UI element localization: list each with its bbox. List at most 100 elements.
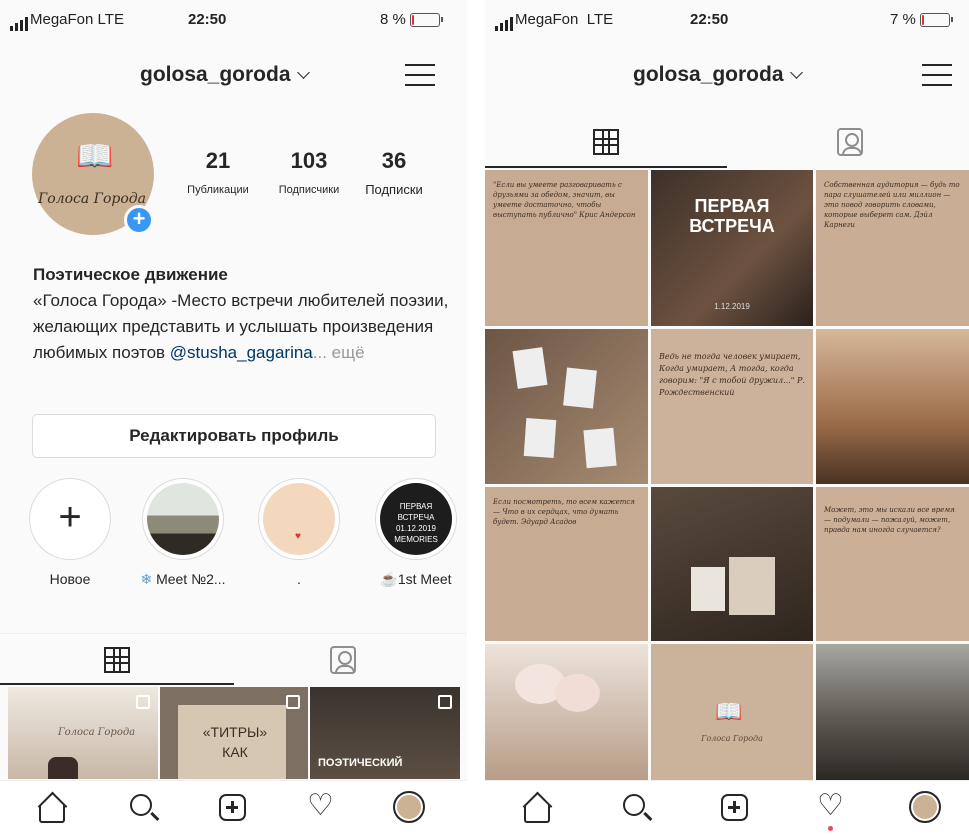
battery-icon xyxy=(409,12,443,27)
post-tile[interactable]: 📖 Голоса Города xyxy=(651,644,813,780)
post-tile[interactable]: ПОЭТИЧЕСКИЙ xyxy=(310,687,460,779)
status-bar: MegaFon LTE 22:50 7 % xyxy=(485,0,969,46)
highlight-label: . xyxy=(297,571,301,587)
tile-caption: Ведь не тогда человек умирает, Когда уми… xyxy=(659,352,805,397)
status-bar: MegaFon LTE 22:50 8 % xyxy=(0,0,467,46)
nav-add[interactable] xyxy=(717,791,751,825)
nav-activity[interactable]: ♡ xyxy=(305,791,339,825)
book-icon: 📖 xyxy=(76,140,114,173)
highlight-label: ☕1st Meet xyxy=(380,571,452,587)
tagged-icon xyxy=(837,128,863,156)
highlight-cover: ПЕРВАЯ ВСТРЕЧА 01.12.2019 MEMORIES xyxy=(375,478,457,560)
status-time: 22:50 xyxy=(188,11,227,28)
notification-dot xyxy=(828,826,833,831)
chevron-down-icon xyxy=(789,66,803,79)
nav-add[interactable] xyxy=(215,791,249,825)
grid-icon xyxy=(593,129,619,155)
avatar xyxy=(393,791,425,823)
stat-followers[interactable]: 103 Подписчики xyxy=(268,148,350,196)
post-tile[interactable]: «ТИТРЫ» КАК xyxy=(160,687,308,779)
grid-icon xyxy=(104,647,130,673)
highlight-1st-meet[interactable]: ПЕРВАЯ ВСТРЕЧА 01.12.2019 MEMORIES ☕1st … xyxy=(370,478,462,588)
tile-logo-text: Голоса Города xyxy=(701,734,763,743)
highlight-meet2[interactable]: ❄ Meet №2... xyxy=(140,478,226,588)
nav-home[interactable] xyxy=(520,791,554,825)
post-tile[interactable]: Собственная аудитория — будь то пара слу… xyxy=(816,170,969,326)
post-tile[interactable] xyxy=(651,487,813,641)
tile-text: ПОЭТИЧЕСКИЙ xyxy=(318,757,403,769)
post-tile[interactable]: Голоса Города xyxy=(8,687,158,779)
book-icon: 📖 xyxy=(715,699,743,724)
tile-caption: Может, это мы искали все время — подумал… xyxy=(824,506,955,534)
profile-bio: Поэтическое движение «Голоса Города» -Ме… xyxy=(33,262,453,366)
tab-grid[interactable] xyxy=(485,116,727,168)
bottom-nav: ♡ xyxy=(0,780,467,836)
post-tile[interactable] xyxy=(816,644,969,780)
tile-caption: "Если вы умеете разговаривать с друзьями… xyxy=(493,181,636,219)
signal-icon xyxy=(495,17,513,31)
post-tile[interactable] xyxy=(816,329,969,484)
highlight-new[interactable]: + Новое xyxy=(27,478,113,587)
tab-tagged[interactable] xyxy=(234,634,468,685)
post-tile[interactable] xyxy=(485,644,648,780)
book-shape xyxy=(691,567,725,611)
highlight-label: ❄ Meet №2... xyxy=(140,571,226,587)
multiple-posts-icon xyxy=(438,695,452,709)
multiple-posts-icon xyxy=(286,695,300,709)
battery-indicator: 7 % xyxy=(890,11,953,28)
post-tile[interactable]: "Если вы умеете разговаривать с друзьями… xyxy=(485,170,648,326)
add-post-icon xyxy=(219,794,246,821)
menu-icon[interactable] xyxy=(922,64,952,86)
battery-indicator: 8 % xyxy=(380,11,443,28)
edit-profile-button[interactable]: Редактировать профиль xyxy=(32,414,436,458)
username-switcher[interactable]: golosa_goroda xyxy=(633,63,803,87)
post-tile[interactable]: ПЕРВАЯ ВСТРЕЧА 1.12.2019 xyxy=(651,170,813,326)
avatar xyxy=(909,791,941,823)
tile-title: ПЕРВАЯ ВСТРЕЧА xyxy=(689,196,775,236)
tab-grid[interactable] xyxy=(0,634,234,685)
polaroid-shape xyxy=(563,367,597,409)
menu-icon[interactable] xyxy=(405,64,435,86)
carrier-label: MegaFon LTE xyxy=(30,11,124,28)
nav-home[interactable] xyxy=(35,791,69,825)
battery-icon xyxy=(919,12,953,27)
highlight-new-ring: + xyxy=(29,478,111,560)
profile-tabs xyxy=(485,116,969,168)
carrier-label: MegaFon LTE xyxy=(515,11,614,28)
highlight-label: Новое xyxy=(49,571,91,587)
top-bar: golosa_goroda xyxy=(0,46,467,102)
coffee-icon: ☕ xyxy=(380,571,398,587)
highlight-cover xyxy=(142,478,224,560)
post-tile[interactable]: Ведь не тогда человек умирает, Когда уми… xyxy=(651,329,813,484)
nav-profile[interactable] xyxy=(909,791,943,825)
tab-tagged[interactable] xyxy=(727,116,969,168)
nav-profile[interactable] xyxy=(393,791,427,825)
bottom-nav: ♡ xyxy=(485,780,969,836)
post-tile[interactable]: Может, это мы искали все время — подумал… xyxy=(816,487,969,641)
bio-more-link[interactable]: ... ещё xyxy=(313,343,365,362)
stat-posts[interactable]: 21 Публикации xyxy=(178,148,258,196)
nav-activity[interactable]: ♡ xyxy=(815,788,849,831)
nav-search[interactable] xyxy=(125,791,159,825)
stat-following[interactable]: 36 Подписки xyxy=(352,148,436,197)
profile-tabs xyxy=(0,633,467,685)
bio-mention-link[interactable]: @stusha_gagarina xyxy=(170,343,313,362)
add-story-badge[interactable]: + xyxy=(124,205,154,235)
multiple-posts-icon xyxy=(136,695,150,709)
bio-text: «Голоса Города» -Место встречи любителей… xyxy=(33,291,449,362)
heart-icon: ♡ xyxy=(307,788,334,823)
username-switcher[interactable]: golosa_goroda xyxy=(140,63,310,87)
highlight-overlay-text: ПЕРВАЯ ВСТРЕЧА 01.12.2019 MEMORIES xyxy=(394,502,438,544)
chevron-down-icon xyxy=(296,66,310,79)
home-icon xyxy=(524,805,550,823)
post-tile[interactable]: Если посмотреть, то всем кажется — Что в… xyxy=(485,487,648,641)
post-tile[interactable] xyxy=(485,329,648,484)
polaroid-shape xyxy=(583,427,617,469)
search-icon xyxy=(623,794,645,816)
nav-search[interactable] xyxy=(618,791,652,825)
signal-icon xyxy=(10,17,28,31)
heart-icon: ♡ xyxy=(817,788,844,823)
polaroid-shape xyxy=(523,417,557,459)
tagged-icon xyxy=(329,646,356,674)
highlight-dot[interactable]: ♥ . xyxy=(256,478,342,587)
